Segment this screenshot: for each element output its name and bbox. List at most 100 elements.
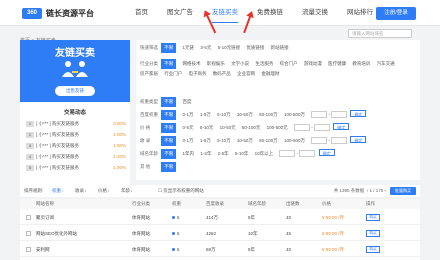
- filter-option[interactable]: 5-10元链接: [218, 43, 241, 53]
- filter-option[interactable]: 1-5万: [200, 136, 211, 146]
- rank-name: [ 小*** ] 购买友链服务: [36, 154, 80, 159]
- filter-option[interactable]: 金融理财: [261, 69, 279, 79]
- filter-panel: 快速筛选 不限 1元链 3-5元 5-10元链接 优质链接 新站链接 行业分类 …: [136, 40, 420, 180]
- filter-option[interactable]: 50-100元: [242, 123, 261, 133]
- sort-age[interactable]: 年龄↓: [121, 185, 132, 197]
- filter-option[interactable]: 10-50万: [237, 136, 253, 146]
- filter-option[interactable]: 优质链接: [246, 43, 264, 53]
- only-weight-checkbox[interactable]: ☐ 仅显示有权重的网站: [158, 185, 204, 197]
- filter-option[interactable]: 0-5元: [183, 123, 194, 133]
- nav-link-trade[interactable]: 友链买卖: [212, 0, 238, 26]
- max-input[interactable]: [331, 137, 348, 145]
- filter-option[interactable]: 10年以上: [255, 149, 274, 159]
- filter-option[interactable]: 5-10万: [217, 136, 231, 146]
- list-item[interactable]: 1[ 小*** ] 购买友链服务 3.00%: [26, 120, 126, 128]
- col-weight: 权重: [172, 201, 181, 206]
- row-checkbox[interactable]: [26, 247, 31, 252]
- filter-option[interactable]: 行业门户: [164, 69, 182, 79]
- filter-option[interactable]: 3-5元: [200, 43, 211, 53]
- filter-option[interactable]: 不限: [161, 123, 177, 133]
- login-button[interactable]: 注册/登录: [376, 7, 416, 20]
- min-input[interactable]: [311, 137, 328, 145]
- list-item[interactable]: 5[ 小*** ] 购买友链服务 1.00%: [26, 164, 126, 172]
- row-checkbox[interactable]: [26, 215, 31, 220]
- max-input[interactable]: [313, 124, 330, 132]
- filter-option[interactable]: 100-500元: [267, 123, 288, 133]
- filter-option[interactable]: 不限: [161, 110, 177, 120]
- confirm-button[interactable]: 确定: [333, 123, 350, 130]
- buy-button[interactable]: 购买: [366, 246, 380, 253]
- filter-option[interactable]: 综合门户: [280, 59, 298, 69]
- filter-option[interactable]: 影视娱乐: [207, 59, 225, 69]
- filter-option[interactable]: 企业官网: [237, 69, 255, 79]
- confirm-button[interactable]: 确定: [350, 110, 367, 117]
- site-name[interactable]: 网站SEO优化外网站: [36, 226, 77, 241]
- filter-option[interactable]: 1年内: [183, 149, 195, 159]
- filter-option[interactable]: 文学小说: [231, 59, 249, 69]
- sort-index[interactable]: 收录↓: [75, 185, 86, 197]
- col-name: 网站名称: [36, 201, 54, 206]
- filter-option[interactable]: 1-5万: [200, 110, 211, 120]
- filter-option[interactable]: 不限: [161, 97, 177, 107]
- filter-option[interactable]: 游戏动漫: [304, 59, 322, 69]
- sort-price[interactable]: 价格↓: [98, 185, 109, 197]
- filter-option[interactable]: 10-50元: [220, 123, 236, 133]
- filter-option[interactable]: 0-1万: [183, 136, 194, 146]
- filter-option[interactable]: 5-10年: [235, 149, 249, 159]
- site-index: 68万: [206, 247, 216, 252]
- filter-option[interactable]: 0-1万: [183, 110, 194, 120]
- nav-link-exchange[interactable]: 免费换链: [257, 0, 283, 26]
- min-input[interactable]: [311, 111, 328, 119]
- bulk-buy-button[interactable]: 批量购买: [390, 187, 416, 195]
- col-index: 百度收录: [206, 201, 224, 206]
- site-name[interactable]: 聚页订阅: [36, 210, 54, 225]
- sell-link-button[interactable]: 出售友链: [55, 86, 95, 96]
- filter-option[interactable]: 房产家居: [140, 69, 158, 79]
- filter-option[interactable]: 100-500万: [284, 136, 305, 146]
- site-name[interactable]: 安利网: [36, 242, 50, 257]
- list-item[interactable]: 4[ 小*** ] 购买友链服务 1.20%: [26, 153, 126, 161]
- filter-option[interactable]: 不限: [161, 162, 177, 172]
- max-input[interactable]: [331, 111, 348, 119]
- filter-option[interactable]: 5-10元: [200, 123, 214, 133]
- min-input[interactable]: [293, 124, 310, 132]
- filter-option[interactable]: 汽车交通: [377, 59, 395, 69]
- sort-weight[interactable]: 权重↓: [52, 185, 63, 197]
- nav-traffic[interactable]: 流量交换: [302, 0, 328, 26]
- filter-option[interactable]: 1元链: [183, 43, 195, 53]
- filter-option[interactable]: 50-100万: [259, 110, 278, 120]
- filter-option[interactable]: 生活服务: [255, 59, 273, 69]
- filter-option[interactable]: 新站链接: [271, 43, 289, 53]
- min-input[interactable]: [279, 150, 296, 158]
- max-input[interactable]: [299, 150, 316, 158]
- filter-option[interactable]: 不限: [161, 59, 177, 69]
- filter-option[interactable]: 教育培训: [352, 59, 370, 69]
- filter-option[interactable]: 50-100万: [259, 136, 278, 146]
- filter-option[interactable]: 不限: [161, 149, 177, 159]
- filter-option[interactable]: 1-2年: [200, 149, 211, 159]
- filter-option[interactable]: 医疗健康: [328, 59, 346, 69]
- filter-option[interactable]: 不限: [161, 136, 177, 146]
- filter-option[interactable]: 5-10万: [217, 110, 231, 120]
- confirm-button[interactable]: 确定: [350, 136, 367, 143]
- list-item[interactable]: 2[ 小*** ] 购买友链服务 2.00%: [26, 131, 126, 139]
- breadcrumb-row: 首页 > 友链买卖 请输入网站域名: [20, 29, 420, 44]
- logo[interactable]: 360 链长资源平台: [22, 7, 112, 19]
- list-item[interactable]: 3[ 小*** ] 购买友链服务 1.50%: [26, 142, 126, 150]
- nav-ads[interactable]: 图文广告: [167, 0, 193, 26]
- buy-button[interactable]: 购买: [366, 214, 380, 221]
- nav-ranking[interactable]: 网站排行: [347, 0, 373, 26]
- filter-option[interactable]: 不限: [161, 43, 177, 53]
- row-checkbox[interactable]: [26, 231, 31, 236]
- filter-option[interactable]: 电子商务: [189, 69, 207, 79]
- filter-option[interactable]: 10-50万: [237, 110, 253, 120]
- search-input[interactable]: 请输入网站域名: [348, 29, 412, 38]
- filter-option[interactable]: 百度: [183, 97, 192, 107]
- confirm-button[interactable]: 确定: [318, 149, 335, 156]
- filter-option[interactable]: 100-500万: [284, 110, 305, 120]
- buy-button[interactable]: 购买: [366, 230, 380, 237]
- filter-option[interactable]: 数码产品: [213, 69, 231, 79]
- filter-option[interactable]: 网络技术: [183, 59, 201, 69]
- filter-option[interactable]: 2-5年: [218, 149, 229, 159]
- nav-home[interactable]: 首页: [135, 0, 148, 26]
